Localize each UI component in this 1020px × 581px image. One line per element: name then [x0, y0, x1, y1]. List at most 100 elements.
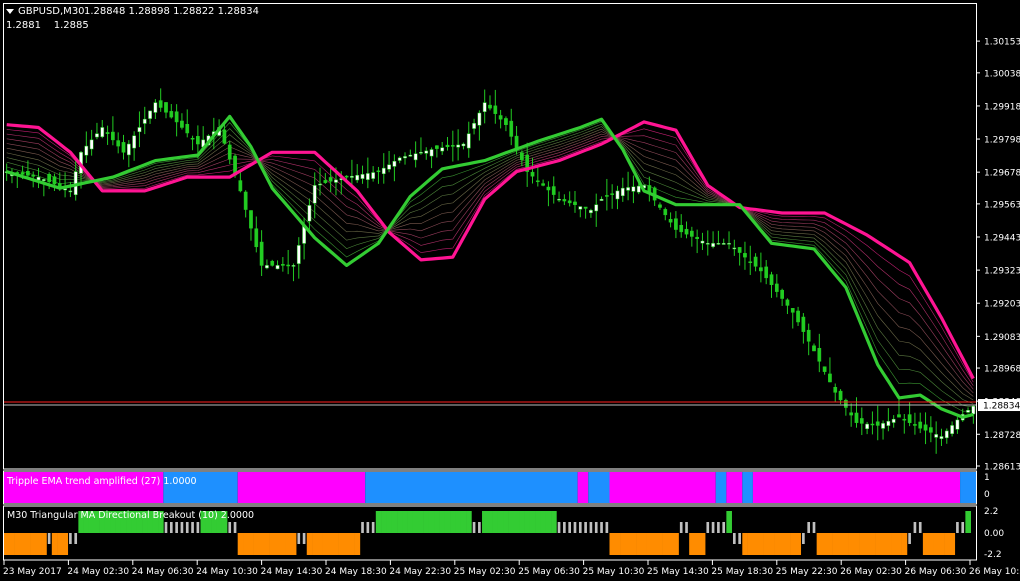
- breakout-bar-down: [14, 533, 21, 555]
- breakout-bar-down: [19, 533, 26, 555]
- breakout-bar-down: [802, 533, 805, 544]
- x-tick-label: 25 May 06:30: [518, 567, 580, 577]
- bull-candle: [381, 167, 386, 175]
- breakout-bar-down: [869, 533, 876, 555]
- breakout-bar-down: [816, 533, 823, 555]
- breakout-bar-up: [455, 511, 462, 533]
- breakout-bar-down: [636, 533, 642, 555]
- bear-candle: [583, 206, 588, 209]
- breakout-bar-down: [699, 533, 706, 555]
- breakout-bar-up: [418, 511, 424, 533]
- bear-candle: [20, 172, 25, 175]
- bull-candle: [599, 198, 604, 201]
- trading-chart[interactable]: 1.30153 1.30038 1.29918 1.29798 1.29678 1.295…: [0, 0, 1020, 581]
- bear-candle: [158, 100, 163, 108]
- bear-candle: [105, 132, 110, 134]
- breakout-bar-up: [573, 522, 577, 533]
- breakout-bar-up: [605, 522, 609, 533]
- y-tick-label: 1.28728: [984, 431, 1020, 441]
- bull-candle: [365, 173, 370, 180]
- bear-candle: [31, 175, 36, 177]
- bear-candle: [435, 145, 439, 149]
- bull-candle: [95, 133, 99, 138]
- bear-candle: [764, 266, 769, 279]
- breakout-bar-down: [949, 533, 956, 555]
- x-tick-label: 24 May 10:30: [196, 567, 258, 577]
- breakout-bar-up: [361, 522, 364, 533]
- bear-candle: [822, 366, 827, 372]
- bear-candle: [748, 261, 753, 263]
- bear-candle: [689, 230, 694, 237]
- bull-candle: [891, 418, 896, 423]
- current-price-label: 1.28834: [983, 402, 1020, 412]
- breakout-bar-up: [600, 522, 603, 533]
- bear-candle: [562, 199, 567, 202]
- breakout-bar-down: [253, 533, 260, 555]
- breakout-bar-down: [694, 533, 701, 555]
- breakout-bar-up: [391, 511, 398, 533]
- x-tick-label: 25 May 22:30: [776, 567, 838, 577]
- bear-candle: [254, 228, 259, 248]
- breakout-bar-down: [243, 533, 249, 555]
- breakout-bar-down: [864, 533, 871, 555]
- breakout-bar-down: [69, 533, 72, 544]
- indicator2-y-label: 0.00: [984, 529, 1004, 539]
- breakout-bar-down: [667, 533, 674, 555]
- breakout-bar-down: [673, 533, 679, 555]
- bull-candle: [716, 243, 721, 245]
- bull-candle: [705, 243, 710, 245]
- breakout-bar-down: [885, 533, 892, 555]
- breakout-bar-up: [444, 511, 451, 533]
- breakout-bar-up: [386, 511, 393, 533]
- bull-candle: [275, 265, 280, 270]
- breakout-bar-down: [614, 533, 621, 555]
- breakout-bar-down: [795, 533, 802, 555]
- breakout-bar-down: [333, 533, 339, 555]
- breakout-bar-up: [540, 511, 547, 533]
- breakout-bar-down: [853, 533, 860, 555]
- bull-candle: [132, 135, 136, 149]
- y-tick-label: 1.30153: [984, 38, 1020, 48]
- bull-candle: [355, 175, 360, 181]
- trend-segment-magenta: [577, 472, 589, 503]
- breakout-bar-down: [297, 533, 301, 544]
- bull-candle: [148, 110, 152, 119]
- y-tick-label: 1.28968: [984, 365, 1020, 375]
- y-tick-label: 1.29323: [984, 267, 1020, 277]
- breakout-bar-down: [343, 533, 350, 555]
- bull-candle: [971, 405, 976, 415]
- bull-candle: [296, 245, 301, 264]
- bear-candle: [854, 412, 859, 423]
- bear-candle: [270, 260, 275, 266]
- breakout-bar-up: [965, 511, 971, 533]
- bear-candle: [780, 289, 784, 299]
- bull-candle: [137, 127, 142, 133]
- breakout-bar-up: [961, 522, 965, 533]
- bull-candle: [721, 243, 726, 245]
- breakout-bar-down: [312, 533, 318, 555]
- bear-candle: [859, 418, 864, 424]
- breakout-bar-down: [827, 533, 833, 555]
- breakout-bar-up: [402, 511, 408, 533]
- bull-candle: [477, 112, 482, 126]
- bear-candle: [849, 412, 854, 416]
- breakout-bar-up: [196, 522, 200, 533]
- breakout-bar-down: [832, 533, 839, 555]
- breakout-bar-down: [9, 533, 15, 555]
- trend-segment-blue: [960, 472, 976, 503]
- breakout-bar-up: [551, 511, 557, 533]
- breakout-bar-up: [711, 522, 715, 533]
- bear-candle: [610, 193, 615, 195]
- bear-candle: [196, 136, 200, 145]
- breakout-bar-down: [908, 533, 911, 544]
- breakout-bar-up: [472, 522, 476, 533]
- breakout-bar-up: [466, 511, 472, 533]
- breakout-bar-up: [568, 522, 571, 533]
- bull-candle: [472, 123, 476, 129]
- breakout-bar-up: [503, 511, 509, 533]
- bear-candle: [530, 171, 535, 177]
- breakout-bar-down: [609, 533, 616, 555]
- bear-candle: [902, 418, 907, 421]
- bear-candle: [450, 145, 455, 147]
- breakout-bar-down: [74, 533, 78, 544]
